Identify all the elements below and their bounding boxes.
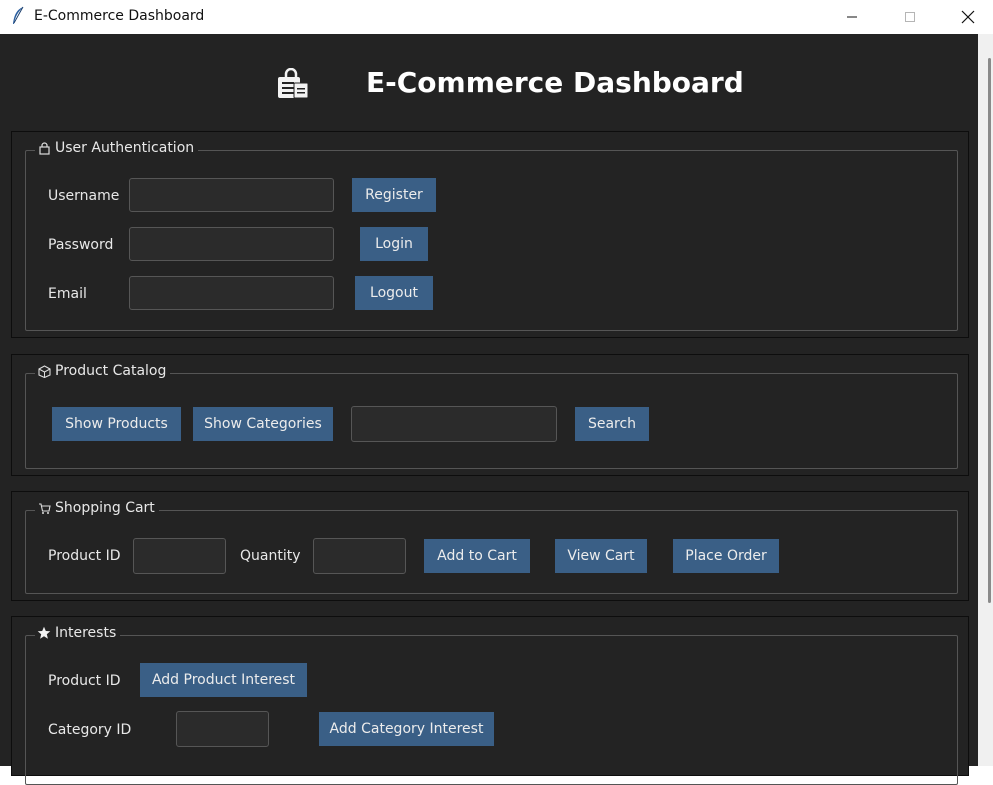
- cart-legend: Shopping Cart: [35, 500, 159, 516]
- logout-button[interactable]: Logout: [355, 276, 433, 310]
- add-to-cart-button[interactable]: Add to Cart: [424, 539, 530, 573]
- interests-legend: Interests: [35, 625, 121, 641]
- category-id-label: Category ID: [48, 722, 132, 738]
- lock-icon: [37, 141, 51, 155]
- register-button[interactable]: Register: [352, 178, 436, 212]
- search-input[interactable]: [351, 406, 557, 442]
- maximize-icon: [905, 12, 915, 22]
- catalog-legend: Product Catalog: [35, 363, 171, 379]
- minimize-icon: [847, 16, 857, 18]
- interests-legend-text: Interests: [55, 625, 117, 641]
- add-product-interest-button[interactable]: Add Product Interest: [140, 663, 307, 697]
- page-title: E-Commerce Dashboard: [366, 66, 744, 99]
- window-title: E-Commerce Dashboard: [34, 8, 205, 24]
- interests-group: [25, 635, 958, 785]
- auth-panel: User Authentication Username Register Pa…: [11, 131, 969, 338]
- cart-product-id-input[interactable]: [133, 538, 226, 574]
- feather-icon: [13, 6, 24, 24]
- email-label: Email: [48, 286, 87, 302]
- auth-legend: User Authentication: [35, 140, 199, 156]
- minimize-button[interactable]: [829, 0, 875, 34]
- add-category-interest-button[interactable]: Add Category Interest: [319, 712, 494, 746]
- close-button[interactable]: [945, 0, 991, 34]
- close-icon: [961, 10, 975, 24]
- auth-legend-text: User Authentication: [55, 140, 195, 156]
- cart-product-id-label: Product ID: [48, 548, 121, 564]
- category-id-input[interactable]: [176, 711, 269, 747]
- interest-product-id-label: Product ID: [48, 673, 121, 689]
- catalog-legend-text: Product Catalog: [55, 363, 167, 379]
- search-button[interactable]: Search: [575, 407, 649, 441]
- cart-legend-text: Shopping Cart: [55, 500, 155, 516]
- password-input[interactable]: [129, 227, 334, 261]
- package-icon: [37, 364, 51, 378]
- username-input[interactable]: [129, 178, 334, 212]
- cart-panel: Shopping Cart Product ID Quantity Add to…: [11, 491, 969, 601]
- show-products-button[interactable]: Show Products: [52, 407, 181, 441]
- username-label: Username: [48, 188, 120, 204]
- cart-icon: [37, 501, 51, 515]
- view-cart-button[interactable]: View Cart: [555, 539, 647, 573]
- scrollbar-thumb[interactable]: [988, 58, 991, 603]
- catalog-panel: Product Catalog Show Products Show Categ…: [11, 354, 969, 476]
- star-icon: [37, 626, 51, 640]
- maximize-button[interactable]: [887, 0, 933, 34]
- interests-panel: Interests Product ID Add Product Interes…: [11, 616, 969, 785]
- login-button[interactable]: Login: [360, 227, 428, 261]
- quantity-label: Quantity: [240, 548, 301, 564]
- clipboard-lock-icon: [278, 68, 309, 99]
- quantity-input[interactable]: [313, 538, 406, 574]
- place-order-button[interactable]: Place Order: [673, 539, 779, 573]
- password-label: Password: [48, 237, 114, 253]
- window-titlebar: E-Commerce Dashboard: [0, 0, 993, 34]
- email-input[interactable]: [129, 276, 334, 310]
- show-categories-button[interactable]: Show Categories: [193, 407, 333, 441]
